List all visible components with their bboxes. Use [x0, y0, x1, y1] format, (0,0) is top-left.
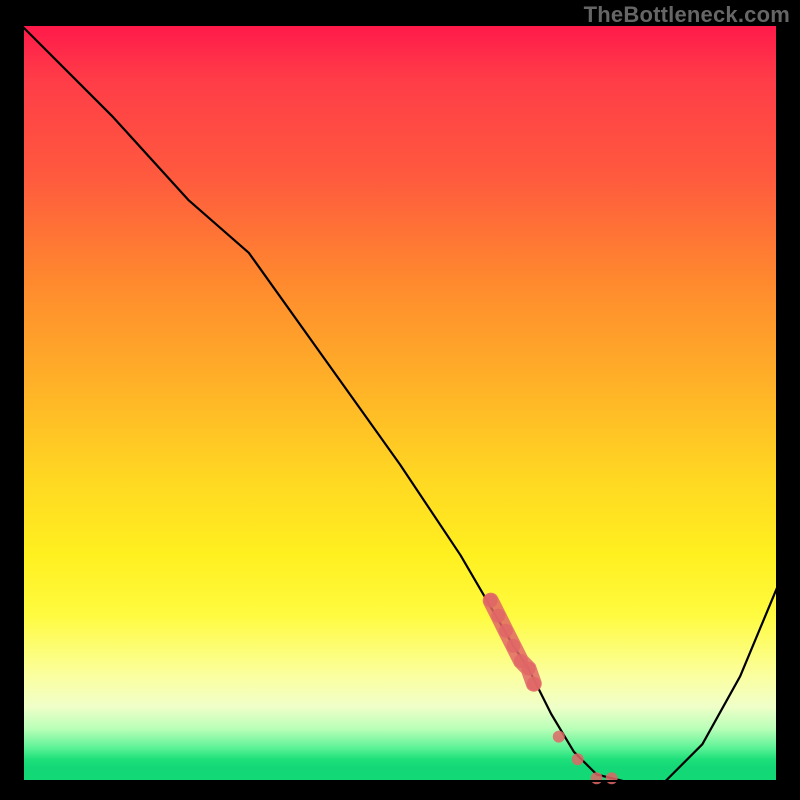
- critical-dot: [572, 753, 584, 765]
- curve-layer: [22, 26, 778, 782]
- critical-dot: [591, 772, 603, 784]
- critical-dot: [527, 677, 541, 691]
- watermark-text: TheBottleneck.com: [584, 2, 790, 28]
- critical-dot: [553, 731, 565, 743]
- chart-frame: TheBottleneck.com: [0, 0, 800, 800]
- bottleneck-curve: [22, 26, 778, 782]
- critical-dot: [606, 772, 618, 784]
- critical-dot: [491, 609, 505, 623]
- critical-segment: [484, 594, 618, 785]
- critical-dot: [522, 662, 536, 676]
- critical-dot: [484, 594, 498, 608]
- critical-dot: [499, 624, 513, 638]
- plot-area: [22, 26, 778, 782]
- critical-dot: [506, 639, 520, 653]
